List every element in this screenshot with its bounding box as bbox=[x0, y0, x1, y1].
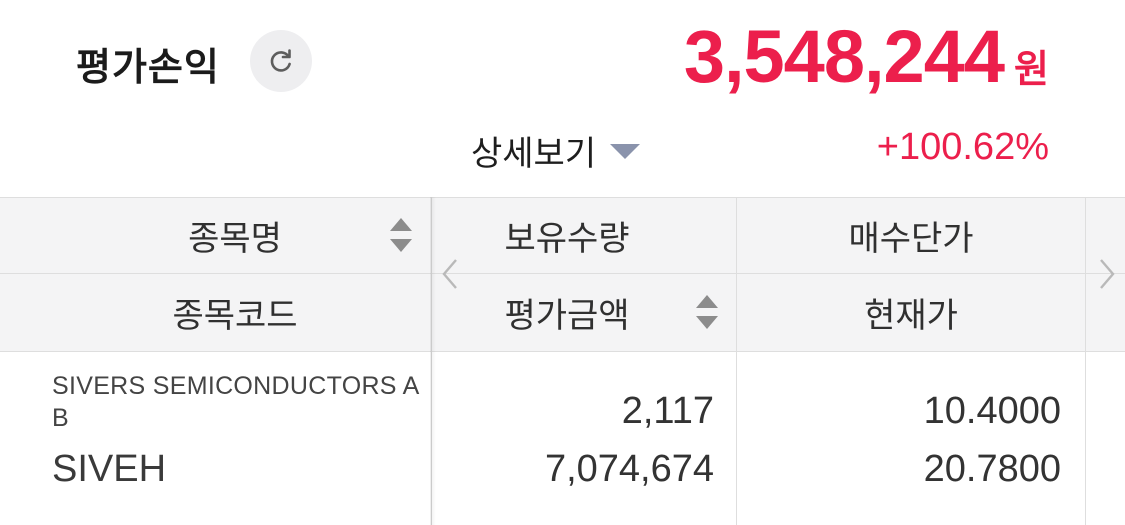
quantity-value: 2,117 bbox=[621, 390, 714, 432]
header-stock-code: 종목코드 bbox=[172, 296, 298, 336]
sort-eval-amount-icon[interactable] bbox=[696, 293, 720, 331]
header-eval-amount[interactable]: 평가금액 bbox=[432, 274, 702, 351]
header-buy-price: 매수단가 bbox=[848, 219, 974, 259]
scroll-left-chevron-icon[interactable] bbox=[440, 258, 460, 290]
caret-down-icon bbox=[610, 144, 641, 159]
profit-amount-value: 3,548,244 bbox=[683, 15, 1005, 98]
scroll-right-chevron-icon[interactable] bbox=[1097, 258, 1117, 290]
header-bottom-divider bbox=[0, 351, 1125, 352]
page-title: 평가손익 bbox=[76, 45, 220, 89]
col-divider-2 bbox=[1085, 197, 1086, 525]
profit-amount: 3,548,244 원 bbox=[684, 14, 1049, 104]
header-quantity: 보유수량 bbox=[504, 219, 630, 259]
sort-stock-name-icon[interactable] bbox=[390, 216, 414, 254]
currency-unit: 원 bbox=[1014, 47, 1049, 91]
header-current-price: 현재가 bbox=[864, 296, 958, 336]
eval-amount-value: 7,074,674 bbox=[544, 448, 714, 490]
current-price-value: 20.7800 bbox=[923, 448, 1061, 490]
refresh-button[interactable] bbox=[250, 30, 312, 92]
detail-view-toggle[interactable]: 상세보기 bbox=[471, 126, 641, 175]
stock-name: SIVERS SEMICONDUCTORS AB bbox=[52, 372, 420, 432]
buy-price-value: 10.4000 bbox=[923, 390, 1061, 432]
detail-view-label: 상세보기 bbox=[471, 134, 597, 174]
return-rate: +100.62% bbox=[876, 126, 1049, 168]
refresh-icon bbox=[270, 49, 291, 72]
stock-code: SIVEH bbox=[52, 448, 167, 490]
